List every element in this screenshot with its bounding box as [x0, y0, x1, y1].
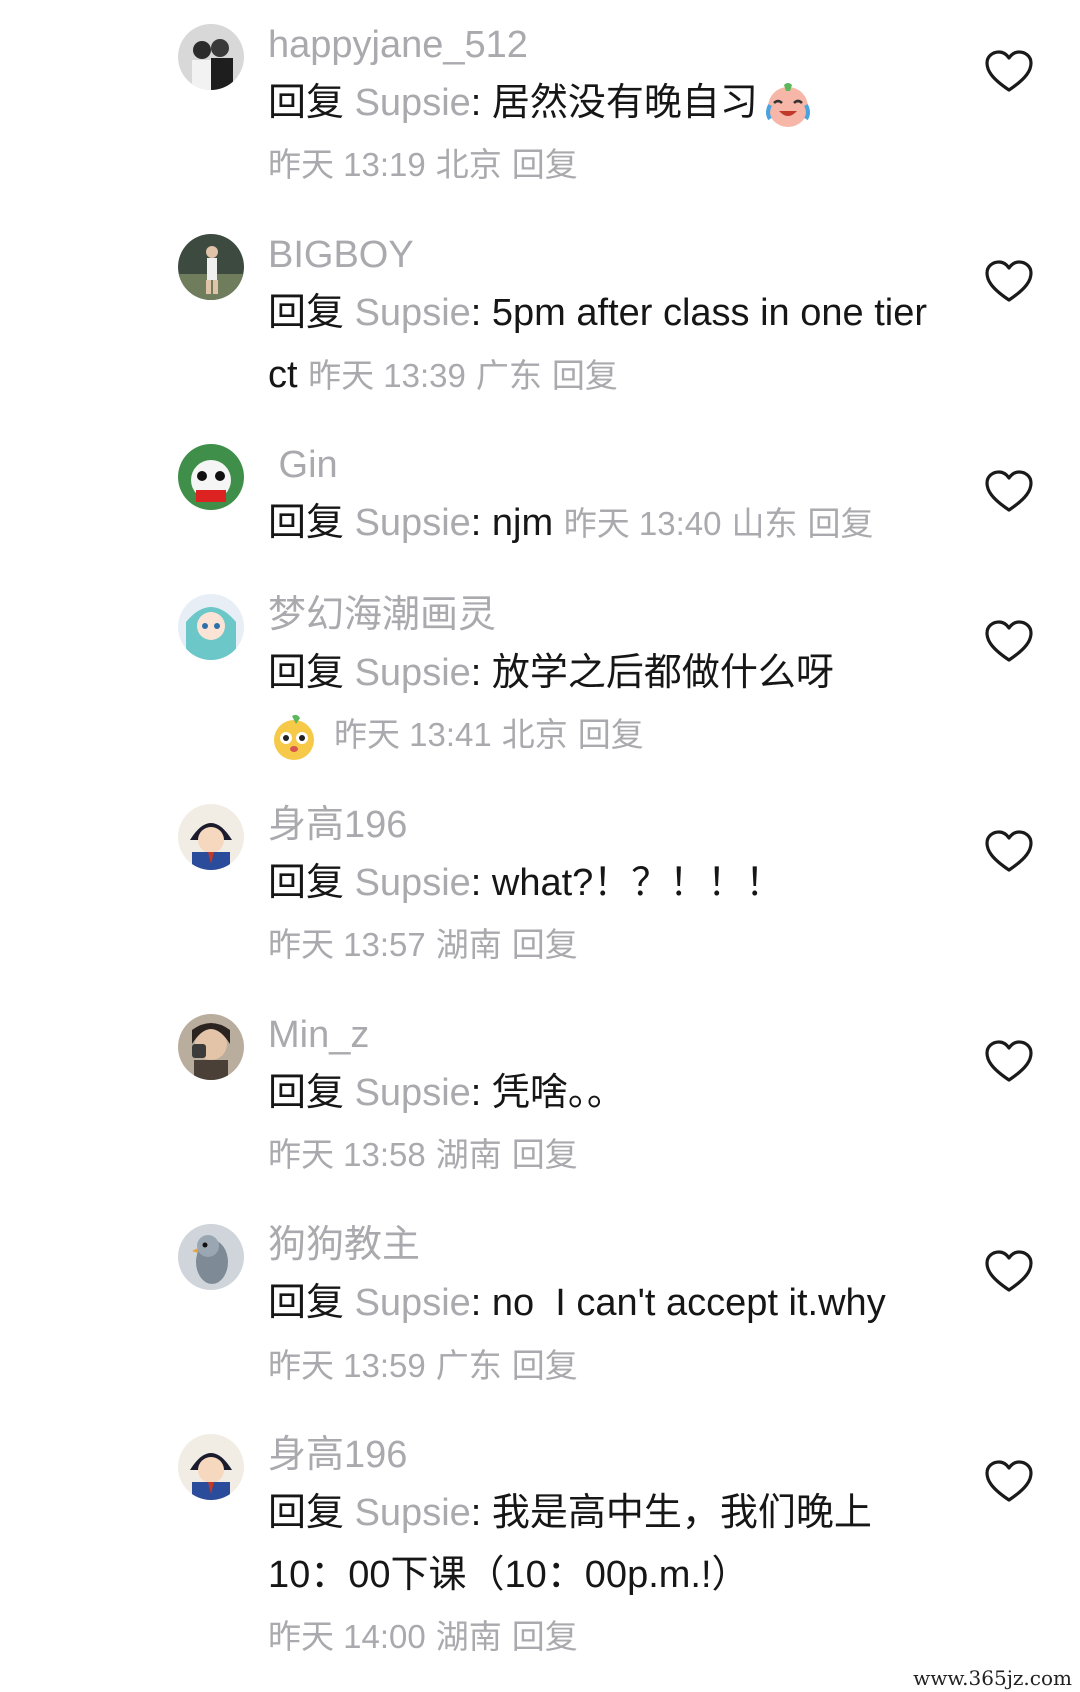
- reply-word: 回复: [268, 292, 345, 334]
- comment-meta: 昨天 13:19 北京 回复: [268, 134, 938, 196]
- user-avatar[interactable]: [178, 804, 244, 870]
- reply-target-name[interactable]: Supsie: [355, 502, 471, 544]
- comment-meta: 昨天 13:39 广东 回复: [308, 357, 628, 394]
- comment-text: 回复 Supsie: 居然没有晚自习: [268, 72, 938, 134]
- heart-outline-icon[interactable]: [985, 1040, 1033, 1084]
- comment-meta: 昨天 14:00 湖南 回复: [268, 1606, 938, 1668]
- reply-button[interactable]: 回复: [512, 926, 578, 963]
- comment-body: what?！？！！！: [491, 862, 784, 904]
- user-avatar[interactable]: [178, 234, 244, 300]
- reply-word: 回复: [268, 1282, 345, 1324]
- heart-outline-icon[interactable]: [985, 1460, 1033, 1504]
- comment-text: 回复 Supsie: 放学之后都做什么呀: [268, 652, 834, 694]
- heart-outline-icon[interactable]: [985, 470, 1033, 514]
- user-avatar[interactable]: [178, 24, 244, 90]
- comment-time: 昨天 13:40: [563, 505, 722, 542]
- comment-location: 湖南: [435, 1618, 502, 1655]
- reply-word: 回复: [268, 652, 345, 694]
- comment-text: 回复 Supsie: what?！？！！！: [268, 862, 784, 904]
- comment-body: 放学之后都做什么呀: [491, 652, 834, 694]
- reply-target-name[interactable]: Supsie: [355, 292, 471, 334]
- comment-location: 北京: [435, 146, 502, 183]
- reply-word: 回复: [268, 862, 345, 904]
- comment-body: 居然没有晚自习: [491, 82, 758, 124]
- heart-outline-icon[interactable]: [985, 50, 1033, 94]
- comment-meta: 昨天 13:41 北京 回复: [268, 704, 938, 766]
- reply-button[interactable]: 回复: [578, 716, 644, 753]
- comment-username[interactable]: 梦幻海潮画灵: [268, 590, 938, 640]
- reply-word: 回复: [268, 502, 345, 544]
- comment-username[interactable]: 身高196: [268, 1430, 938, 1480]
- comment-time: 昨天 14:00: [268, 1618, 426, 1655]
- curious-face-emoji-icon: [268, 711, 320, 763]
- comment-time: 昨天 13:57: [268, 926, 426, 963]
- reply-target-name[interactable]: Supsie: [355, 1492, 471, 1534]
- comment-text: 回复 Supsie: no I can't accept it.why 昨天 1…: [268, 1282, 886, 1384]
- user-avatar[interactable]: [178, 1434, 244, 1500]
- comment-meta: 昨天 13:57 湖南 回复: [268, 914, 938, 976]
- reply-target-name[interactable]: Supsie: [355, 1072, 471, 1114]
- comment-body: 凭啥。。: [491, 1072, 625, 1114]
- comment-body: njm: [491, 502, 554, 544]
- comment-body: no I can't accept it.why: [491, 1282, 886, 1324]
- comment-location: 北京: [501, 716, 568, 753]
- comment-username[interactable]: happyjane_512: [268, 20, 938, 70]
- user-avatar[interactable]: [178, 444, 244, 510]
- comment-username[interactable]: BIGBOY: [268, 230, 938, 280]
- comment-location: 湖南: [435, 926, 502, 963]
- heart-outline-icon[interactable]: [985, 830, 1033, 874]
- comment-text: 回复 Supsie: 凭啥。。: [268, 1072, 625, 1114]
- comment-location: 山东: [731, 505, 798, 542]
- reply-button[interactable]: 回复: [512, 1136, 578, 1173]
- comment-username[interactable]: 身高196: [268, 800, 938, 850]
- comment-location: 湖南: [435, 1136, 502, 1173]
- reply-word: 回复: [268, 82, 345, 124]
- comment-time: 昨天 13:19: [268, 146, 426, 183]
- user-avatar[interactable]: [178, 1014, 244, 1080]
- reply-button[interactable]: 回复: [512, 1347, 578, 1384]
- reply-button[interactable]: 回复: [552, 357, 618, 394]
- reply-word: 回复: [268, 1492, 345, 1534]
- reply-button[interactable]: 回复: [807, 505, 873, 542]
- reply-target-name[interactable]: Supsie: [355, 82, 471, 124]
- comment-username[interactable]: Gin: [268, 440, 938, 490]
- heart-outline-icon[interactable]: [985, 1250, 1033, 1294]
- comment-text: 回复 Supsie: 我是高中生，我们晚上10：00下课（10：00p.m.!）: [268, 1492, 872, 1596]
- watermark-text: www.365jz.com: [913, 1666, 1072, 1690]
- user-avatar[interactable]: [178, 594, 244, 660]
- comment-meta: 昨天 13:58 湖南 回复: [268, 1124, 938, 1186]
- comment-meta: 昨天 13:40 山东 回复: [564, 505, 884, 542]
- comment-meta: 昨天 13:59 广东 回复: [268, 1347, 588, 1384]
- comment-text: 回复 Supsie: 5pm after class in one tier c…: [268, 292, 927, 396]
- comment-username[interactable]: Min_z: [268, 1010, 938, 1060]
- user-avatar[interactable]: [178, 1224, 244, 1290]
- comment-location: 广东: [475, 357, 542, 394]
- reply-target-name[interactable]: Supsie: [355, 652, 471, 694]
- reply-button[interactable]: 回复: [512, 146, 578, 183]
- comment-time: 昨天 13:59: [268, 1347, 426, 1384]
- comment-time: 昨天 13:39: [308, 357, 466, 394]
- comment-time: 昨天 13:41: [334, 716, 492, 753]
- reply-target-name[interactable]: Supsie: [355, 862, 471, 904]
- comment-text: 回复 Supsie: njm 昨天 13:40 山东 回复: [268, 492, 938, 555]
- reply-button[interactable]: 回复: [512, 1618, 578, 1655]
- reply-word: 回复: [268, 1072, 345, 1114]
- comment-time: 昨天 13:58: [268, 1136, 426, 1173]
- reply-target-name[interactable]: Supsie: [355, 1282, 471, 1324]
- laughing-crying-emoji-icon: [762, 79, 814, 131]
- heart-outline-icon[interactable]: [985, 260, 1033, 304]
- comment-location: 广东: [435, 1347, 502, 1384]
- comment-username[interactable]: 狗狗教主: [268, 1220, 938, 1270]
- heart-outline-icon[interactable]: [985, 620, 1033, 664]
